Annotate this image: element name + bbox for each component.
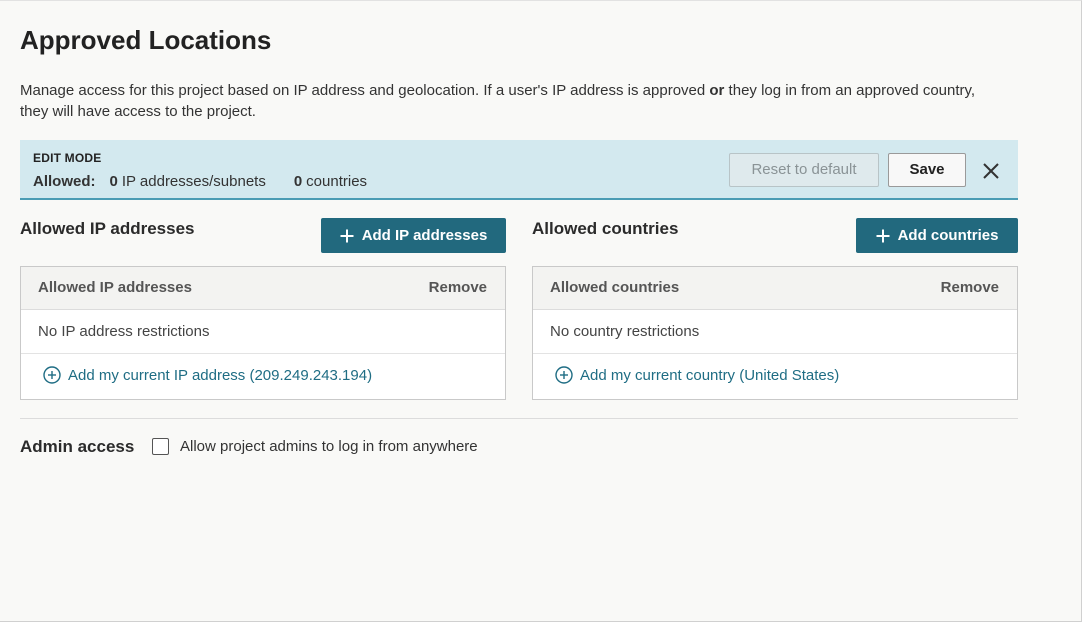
country-empty-text: No country restrictions	[550, 323, 700, 340]
approved-locations-page: Approved Locations Manage access for thi…	[0, 0, 1082, 622]
close-icon[interactable]	[980, 160, 1002, 182]
section-divider	[20, 418, 1018, 419]
allow-admins-anywhere-checkbox[interactable]	[152, 438, 169, 455]
country-count-unit: countries	[306, 173, 368, 190]
add-ip-addresses-label: Add IP addresses	[361, 227, 488, 244]
add-countries-button[interactable]: Add countries	[856, 218, 1018, 253]
page-description: Manage access for this project based on …	[20, 80, 1000, 122]
edit-mode-banner: EDIT MODE Allowed: 0 IP addresses/subnets 0…	[20, 140, 1018, 200]
add-current-country-label: Add my current country (United States)	[580, 366, 840, 384]
ip-count-unit: IP addresses/subnets	[121, 173, 266, 190]
country-column-title: Allowed countries	[550, 279, 680, 296]
table-row: No IP address restrictions	[21, 310, 505, 354]
add-ip-addresses-button[interactable]: Add IP addresses	[321, 218, 506, 253]
country-column-remove: Remove	[940, 279, 999, 296]
country-count: 0	[293, 173, 303, 190]
add-current-ip-link[interactable]: Add my current IP address (209.249.243.1…	[43, 366, 372, 384]
description-text-start: Manage access for this project based on …	[20, 82, 710, 99]
table-row: Add my current country (United States)	[533, 354, 1017, 400]
page-title: Approved Locations	[20, 25, 272, 55]
edit-mode-label: EDIT MODE	[33, 151, 102, 165]
allow-admins-anywhere-label[interactable]: Allow project admins to log in from anyw…	[180, 438, 478, 455]
country-section-heading: Allowed countries	[532, 219, 679, 238]
reset-to-default-button[interactable]: Reset to default	[729, 153, 879, 187]
country-table-header: Allowed countries Remove	[533, 267, 1017, 310]
add-current-ip-label: Add my current IP address (209.249.243.1…	[68, 366, 373, 384]
description-text-or: or	[709, 82, 725, 99]
add-countries-label: Add countries	[897, 227, 999, 244]
add-circle-icon	[43, 366, 61, 384]
add-circle-icon	[555, 366, 573, 384]
ip-count: 0	[109, 173, 118, 190]
allowed-summary: Allowed: 0 IP addresses/subnets 0 countries	[33, 173, 367, 190]
ip-column-remove: Remove	[428, 279, 487, 296]
save-button[interactable]: Save	[888, 153, 966, 187]
add-current-country-link[interactable]: Add my current country (United States)	[555, 366, 839, 384]
table-row: Add my current IP address (209.249.243.1…	[21, 354, 505, 400]
ip-addresses-table: Allowed IP addresses Remove No IP addres…	[20, 266, 506, 400]
admin-access-label: Admin access	[20, 437, 135, 456]
allowed-summary-label: Allowed:	[33, 173, 96, 190]
ip-table-header: Allowed IP addresses Remove	[21, 267, 505, 310]
plus-icon	[340, 229, 354, 242]
table-row: No country restrictions	[533, 310, 1017, 354]
ip-section-heading: Allowed IP addresses	[20, 219, 195, 238]
countries-table: Allowed countries Remove No country rest…	[532, 266, 1018, 400]
ip-column-title: Allowed IP addresses	[38, 279, 192, 296]
plus-icon	[876, 229, 890, 242]
ip-empty-text: No IP address restrictions	[38, 323, 210, 340]
